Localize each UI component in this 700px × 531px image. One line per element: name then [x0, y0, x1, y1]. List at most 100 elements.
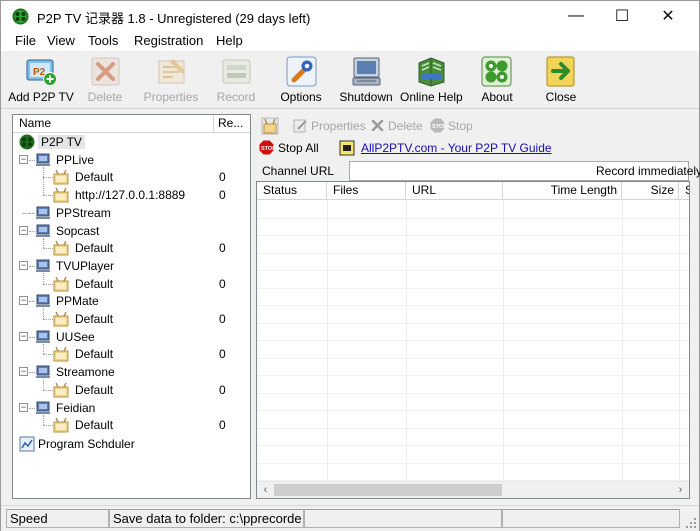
tv-channel-icon [53, 417, 69, 433]
channel-tree[interactable]: Name Re... P2P TV − PPLive Default 0 http://1… [12, 114, 251, 499]
tree-header-re[interactable]: Re... [214, 115, 250, 133]
col-files[interactable]: Files [327, 182, 406, 200]
tree-channel[interactable]: Default [53, 310, 233, 328]
status-empty-1 [304, 509, 502, 528]
scroll-left-arrow-icon[interactable]: ‹ [257, 482, 274, 498]
tree-channel[interactable]: Default [53, 416, 233, 434]
computer-icon [36, 294, 50, 308]
tree-group-label: PPMate [56, 294, 99, 309]
tree-expander-7[interactable]: − [19, 402, 28, 412]
tv-guide-icon [339, 140, 355, 156]
add-p2p-tv-button[interactable]: P2 Add P2P TV [8, 54, 74, 106]
record-icon [222, 59, 251, 84]
tree-expander-4[interactable]: − [19, 296, 28, 306]
list-header: Status Files URL Time Length Size S [257, 182, 689, 200]
tv-channel-icon [53, 347, 69, 362]
add-tv-icon: P2 [26, 59, 57, 86]
menu-registration[interactable]: Registration [134, 33, 203, 48]
computer-icon [36, 401, 50, 414]
help-book-icon [418, 57, 445, 87]
scheduler-chart-icon [19, 436, 35, 452]
options-button[interactable]: Options [278, 54, 324, 106]
tree-group[interactable]: PPMate [35, 292, 235, 310]
tree-group-label: UUSee [56, 329, 95, 344]
properties-button[interactable]: Properties [143, 54, 199, 106]
app-logo-icon [19, 134, 35, 150]
shutdown-computer-icon [352, 57, 381, 86]
minimize-button[interactable]: — [553, 1, 599, 31]
tree-header-name[interactable]: Name [13, 115, 214, 133]
tree-root-label: P2P TV [38, 135, 85, 149]
col-url[interactable]: URL [406, 182, 503, 200]
tv-channel-icon [53, 276, 69, 292]
menu-help[interactable]: Help [216, 33, 243, 48]
tree-channel-count: 0 [219, 382, 226, 397]
delete-button[interactable]: Delete [83, 54, 127, 106]
col-time-length[interactable]: Time Length [503, 182, 622, 200]
grid-line [257, 462, 689, 464]
col-s[interactable]: S [679, 182, 689, 200]
col-status[interactable]: Status [257, 182, 327, 200]
tv-channel-icon [53, 240, 69, 256]
recording-list[interactable]: Status Files URL Time Length Size S ‹ › [256, 181, 690, 499]
horizontal-scrollbar[interactable]: ‹ › [257, 481, 689, 498]
stop-sign-disabled-icon: STOP [430, 118, 445, 133]
tv-channel-icon [53, 170, 69, 185]
tree-expander-5[interactable]: − [19, 331, 28, 341]
channel-row: Channel URL Record immediately [256, 161, 700, 181]
menu-tools[interactable]: Tools [88, 33, 118, 48]
tree-channel[interactable]: Default [53, 275, 233, 293]
shutdown-button[interactable]: Shutdown [339, 54, 393, 106]
about-button[interactable]: About [477, 54, 517, 106]
tree-group[interactable]: Streamone [35, 363, 235, 381]
tree-expander-3[interactable]: − [19, 260, 28, 270]
maximize-button[interactable]: ☐ [599, 1, 645, 31]
close-button[interactable]: Close [542, 54, 580, 106]
delete-x-small-icon [371, 119, 384, 132]
record-button[interactable]: Record [213, 54, 259, 106]
guide-link-label[interactable]: AllP2PTV.com - Your P2P TV Guide [361, 141, 552, 155]
grid-line [257, 410, 689, 411]
tree-group[interactable]: Sopcast [35, 222, 235, 240]
tree-group-label: Feidian [56, 400, 96, 415]
tree-channel[interactable]: Default [53, 239, 233, 257]
close-door-icon [546, 56, 575, 87]
tree-group[interactable]: Feidian [35, 399, 235, 417]
tree-channel[interactable]: Default [53, 168, 233, 186]
tree-expander-2[interactable]: − [19, 225, 28, 235]
delete-label: Delete [87, 90, 123, 104]
online-help-button[interactable]: Online Help [400, 54, 463, 106]
menu-view[interactable]: View [47, 33, 75, 48]
close-label: Close [545, 90, 577, 104]
tree-expander-0[interactable]: − [19, 154, 28, 164]
tree-channel[interactable]: Default [53, 345, 233, 363]
col-size[interactable]: Size [622, 182, 679, 200]
resize-grip-icon[interactable] [685, 517, 697, 529]
tree-channel-label: Default [75, 170, 114, 185]
close-window-button[interactable]: ✕ [645, 1, 691, 31]
tree-root[interactable]: P2P TV [17, 133, 247, 151]
program-scheduler[interactable]: Program Schduler [17, 435, 247, 453]
tree-expander-6[interactable]: − [19, 367, 28, 377]
record-immediately-label[interactable]: Record immediately [596, 164, 700, 178]
menu-file[interactable]: File [15, 33, 36, 48]
tree-group[interactable]: PPStream [35, 204, 235, 222]
tv-antenna-icon[interactable] [261, 117, 279, 135]
record-label: Record [216, 90, 256, 104]
tree-channel[interactable]: Default [53, 381, 233, 399]
app-window: P2P TV 记录器 1.8 - Unregistered (29 days l… [0, 0, 700, 531]
tree-channel-count: 0 [219, 276, 226, 291]
tree-group[interactable]: TVUPlayer [35, 257, 235, 275]
edit-pencil-icon [293, 119, 307, 133]
tree-group-label: TVUPlayer [56, 258, 115, 273]
tree-group-label: PPLive [56, 152, 95, 167]
scroll-right-arrow-icon[interactable]: › [672, 482, 689, 498]
tree-group[interactable]: UUSee [35, 328, 235, 346]
computer-icon [36, 153, 50, 166]
computer-icon [36, 206, 50, 219]
about-icon [481, 56, 512, 87]
tree-channel[interactable]: http://127.0.0.1:8889 [53, 186, 233, 204]
status-empty-2 [502, 509, 680, 528]
scroll-thumb[interactable] [274, 484, 502, 496]
tree-group[interactable]: PPLive [35, 151, 235, 169]
